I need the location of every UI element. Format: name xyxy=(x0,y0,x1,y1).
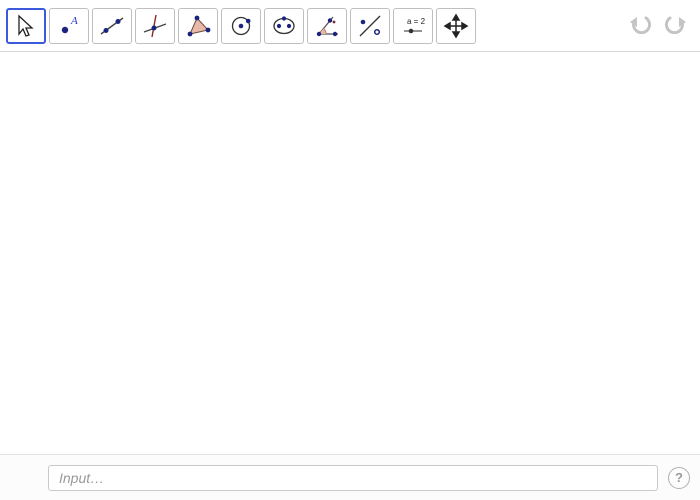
svg-text:A: A xyxy=(70,15,78,27)
angle-tool[interactable] xyxy=(307,8,347,44)
move-view-icon xyxy=(441,12,471,40)
polygon-icon xyxy=(183,12,213,40)
undo-redo-group xyxy=(626,11,694,41)
line-tool[interactable] xyxy=(92,8,132,44)
help-button[interactable]: ? xyxy=(668,467,690,489)
reflect-line-tool[interactable] xyxy=(350,8,390,44)
slider-icon: a = 2 xyxy=(398,12,428,40)
perpendicular-line-icon xyxy=(140,12,170,40)
ellipse-icon xyxy=(269,12,299,40)
redo-button[interactable] xyxy=(660,11,690,41)
move-view-tool[interactable] xyxy=(436,8,476,44)
input-bar: ? xyxy=(0,454,700,500)
svg-text:a = 2: a = 2 xyxy=(407,17,426,26)
polygon-tool[interactable] xyxy=(178,8,218,44)
move-tool[interactable] xyxy=(6,8,46,44)
point-tool[interactable]: A xyxy=(49,8,89,44)
command-input[interactable] xyxy=(48,465,658,491)
reflect-line-icon xyxy=(355,12,385,40)
redo-icon xyxy=(662,12,688,39)
angle-icon xyxy=(312,12,342,40)
point-icon: A xyxy=(54,12,84,40)
help-icon: ? xyxy=(675,470,683,485)
undo-icon xyxy=(628,12,654,39)
ellipse-tool[interactable] xyxy=(264,8,304,44)
cursor-icon xyxy=(11,12,41,40)
graphics-view[interactable] xyxy=(0,52,700,454)
tool-group: A xyxy=(6,8,476,44)
circle-center-point-tool[interactable] xyxy=(221,8,261,44)
circle-center-icon xyxy=(226,12,256,40)
toolbar: A xyxy=(0,0,700,52)
line-icon xyxy=(97,12,127,40)
perpendicular-line-tool[interactable] xyxy=(135,8,175,44)
undo-button[interactable] xyxy=(626,11,656,41)
slider-tool[interactable]: a = 2 xyxy=(393,8,433,44)
